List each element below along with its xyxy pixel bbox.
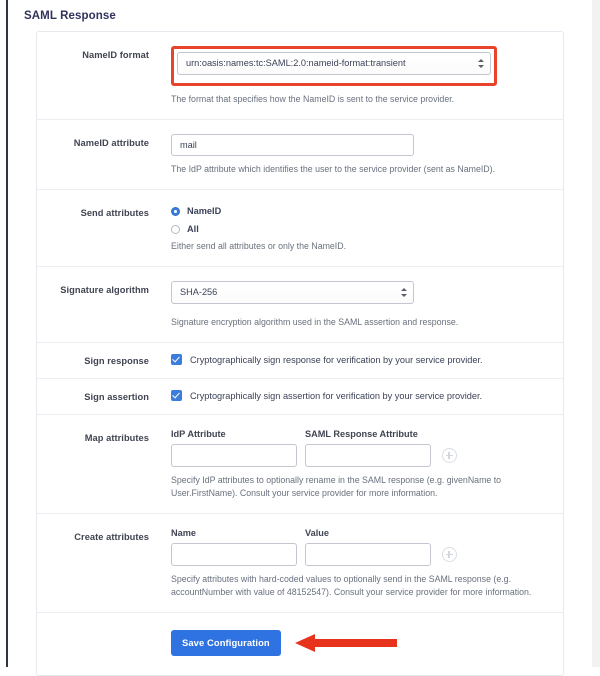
saml-response-page: SAML Response NameID format urn:oasis:na… xyxy=(8,0,592,676)
map-attributes-headers: IdP Attribute SAML Response Attribute xyxy=(171,429,563,439)
plus-circle-icon[interactable] xyxy=(442,547,457,562)
column-header-name: Name xyxy=(171,528,197,538)
checkbox-checked-icon[interactable] xyxy=(171,354,182,365)
help-send-attributes: Either send all attributes or only the N… xyxy=(171,241,347,251)
label-nameid-format: NameID format xyxy=(82,50,149,60)
row-map-attributes: Map attributes IdP Attribute SAML Respon… xyxy=(37,415,563,514)
row-sign-response: Sign response Cryptographically sign res… xyxy=(37,343,563,379)
body-create-attributes: Name Value Specify attributes with hard-… xyxy=(149,528,563,599)
body-map-attributes: IdP Attribute SAML Response Attribute Sp… xyxy=(149,429,563,500)
checkbox-sign-assertion-label: Cryptographically sign assertion for ver… xyxy=(190,390,483,401)
save-body: Save Configuration xyxy=(149,630,397,656)
body-sign-response: Cryptographically sign response for veri… xyxy=(149,354,563,365)
row-send-attributes: Send attributes NameID All Either send a… xyxy=(37,190,563,267)
help-map-attributes: Specify IdP attributes to optionally ren… xyxy=(171,475,502,498)
help-create-attributes: Specify attributes with hard-coded value… xyxy=(171,574,532,597)
label-send-attributes: Send attributes xyxy=(80,208,149,218)
label-nameid-attribute: NameID attribute xyxy=(73,138,149,148)
red-arrow-annotation-icon xyxy=(294,634,397,652)
plus-circle-icon[interactable] xyxy=(442,448,457,463)
body-nameid-format: urn:oasis:names:tc:SAML:2.0:nameid-forma… xyxy=(149,46,563,106)
row-nameid-attribute: NameID attribute mail The IdP attribute … xyxy=(37,120,563,190)
radio-all-icon[interactable] xyxy=(171,224,180,234)
label-signature-algorithm: Signature algorithm xyxy=(60,285,149,295)
page-title: SAML Response xyxy=(24,10,116,22)
create-name-input[interactable] xyxy=(171,543,297,566)
nameid-attribute-input[interactable]: mail xyxy=(171,134,414,156)
row-save: Save Configuration xyxy=(37,613,563,675)
checkbox-sign-response-label: Cryptographically sign response for veri… xyxy=(190,354,483,365)
saml-response-card: NameID format urn:oasis:names:tc:SAML:2.… xyxy=(36,31,564,676)
map-attributes-inputs xyxy=(171,444,563,467)
help-nameid-format: The format that specifies how the NameID… xyxy=(171,94,455,104)
row-signature-algorithm: Signature algorithm SHA-256 Signature en… xyxy=(37,267,563,343)
radio-all-label: All xyxy=(187,224,199,234)
radio-option-all[interactable]: All xyxy=(171,222,563,236)
column-header-idp-attribute: IdP Attribute xyxy=(171,429,226,439)
radio-nameid-label: NameID xyxy=(187,206,222,216)
signature-algorithm-select-wrap[interactable]: SHA-256 xyxy=(171,281,414,304)
row-nameid-format: NameID format urn:oasis:names:tc:SAML:2.… xyxy=(37,32,563,120)
nameid-format-select[interactable]: urn:oasis:names:tc:SAML:2.0:nameid-forma… xyxy=(177,52,491,75)
nameid-format-highlight: urn:oasis:names:tc:SAML:2.0:nameid-forma… xyxy=(171,46,497,86)
body-sign-assertion: Cryptographically sign assertion for ver… xyxy=(149,390,563,401)
checkbox-checked-icon[interactable] xyxy=(171,390,182,401)
row-create-attributes: Create attributes Name Value Specify att… xyxy=(37,514,563,613)
stepper-arrows-icon[interactable] xyxy=(400,286,407,300)
body-send-attributes: NameID All Either send all attributes or… xyxy=(149,204,563,253)
stepper-arrows-icon[interactable] xyxy=(477,57,484,71)
column-header-saml-response-attribute: SAML Response Attribute xyxy=(305,429,418,439)
column-header-value: Value xyxy=(305,528,330,538)
label-create-attributes: Create attributes xyxy=(74,532,149,542)
label-sign-assertion: Sign assertion xyxy=(84,392,149,402)
body-nameid-attribute: mail The IdP attribute which identifies … xyxy=(149,134,563,176)
checkbox-sign-response[interactable]: Cryptographically sign response for veri… xyxy=(171,354,563,365)
radio-nameid-icon[interactable] xyxy=(171,206,180,216)
create-attributes-headers: Name Value xyxy=(171,528,563,538)
row-sign-assertion: Sign assertion Cryptographically sign as… xyxy=(37,379,563,415)
save-configuration-button[interactable]: Save Configuration xyxy=(171,630,281,656)
help-nameid-attribute: The IdP attribute which identifies the u… xyxy=(171,164,496,174)
help-signature-algorithm: Signature encryption algorithm used in t… xyxy=(171,317,459,327)
body-signature-algorithm: SHA-256 Signature encryption algorithm u… xyxy=(149,281,563,329)
map-saml-attribute-input[interactable] xyxy=(305,444,431,467)
radio-option-nameid[interactable]: NameID xyxy=(171,204,563,218)
nameid-format-select-wrap[interactable]: urn:oasis:names:tc:SAML:2.0:nameid-forma… xyxy=(177,52,491,75)
checkbox-sign-assertion[interactable]: Cryptographically sign assertion for ver… xyxy=(171,390,563,401)
create-value-input[interactable] xyxy=(305,543,431,566)
create-attributes-inputs xyxy=(171,543,563,566)
window-edge-right xyxy=(592,0,600,667)
label-sign-response: Sign response xyxy=(84,356,149,366)
label-map-attributes: Map attributes xyxy=(84,433,149,443)
signature-algorithm-select[interactable]: SHA-256 xyxy=(171,281,414,304)
map-idp-attribute-input[interactable] xyxy=(171,444,297,467)
